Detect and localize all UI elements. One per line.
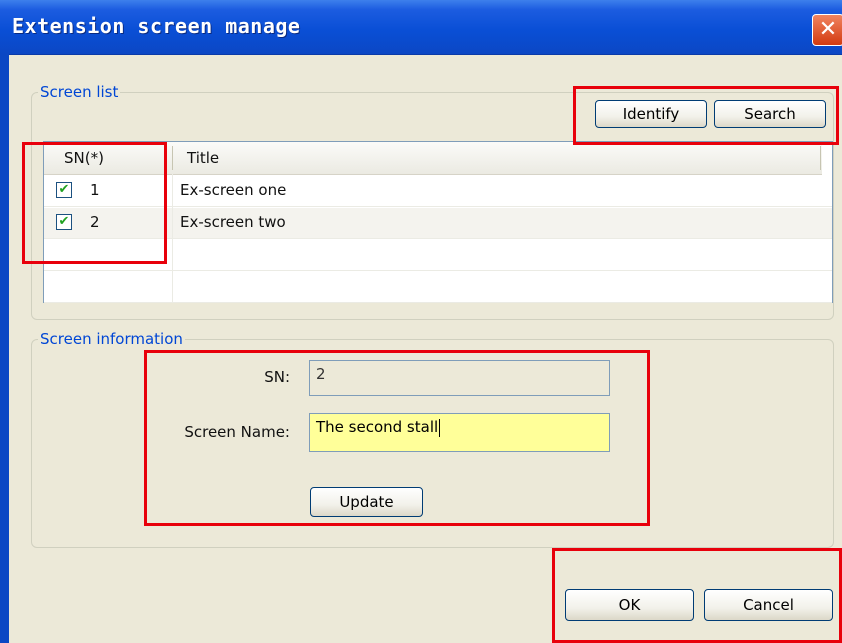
highlight-box-footer-buttons — [552, 548, 842, 643]
row-title: Ex-screen one — [180, 181, 287, 199]
window-frame — [0, 54, 9, 643]
window-title: Extension screen manage — [12, 14, 301, 38]
column-divider[interactable] — [172, 146, 173, 170]
title-bar[interactable]: Extension screen manage ✕ — [0, 0, 842, 55]
table-row-empty — [44, 272, 832, 303]
row-title: Ex-screen two — [180, 213, 286, 231]
close-icon: ✕ — [818, 17, 838, 42]
screen-list-legend: Screen list — [38, 82, 121, 102]
screen-information-legend: Screen information — [38, 329, 185, 349]
highlight-box-buttons — [573, 86, 839, 145]
column-divider[interactable] — [820, 146, 821, 170]
highlight-box-sn-column — [22, 142, 167, 264]
close-button[interactable]: ✕ — [812, 14, 842, 46]
highlight-box-screen-info — [144, 350, 650, 526]
column-header-title[interactable]: Title — [187, 149, 219, 167]
column-line — [172, 174, 173, 302]
